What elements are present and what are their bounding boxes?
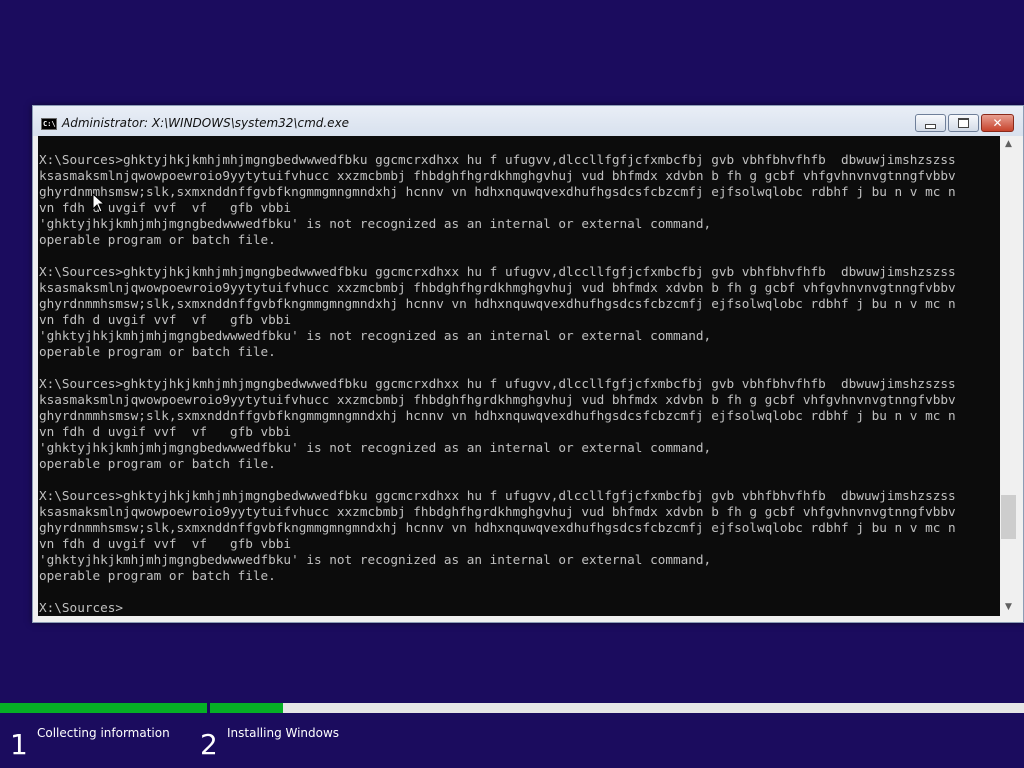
step-number: 1 [10,728,28,761]
console-line: ksasmaksmlnjqwowpoewroio9yytytuifvhucc x… [39,168,956,183]
console-line: X:\Sources>ghktyjhkjkmhjmhjmgngbedwwwedf… [39,488,956,503]
console-line: ksasmaksmlnjqwowpoewroio9yytytuifvhucc x… [39,392,956,407]
console-line: X:\Sources>ghktyjhkjkmhjmhjmgngbedwwwedf… [39,376,956,391]
scroll-up-arrow-icon[interactable]: ▲ [1000,136,1017,153]
console-line: ksasmaksmlnjqwowpoewroio9yytytuifvhucc x… [39,280,956,295]
step-label: Collecting information [37,726,170,740]
step-2-progress-bar [210,703,1024,713]
step-1-progress-bar [0,703,207,713]
console-line: ghyrdnmmhsmsw;slk,sxmxnddnffgvbfkngmmgmn… [39,184,956,199]
scrollbar-thumb[interactable] [1001,494,1016,539]
console-line: operable program or batch file. [39,344,276,359]
console-line: 'ghktyjhkjkmhjmhjmgngbedwwwedfbku' is no… [39,328,712,343]
window-title: Administrator: X:\WINDOWS\system32\cmd.e… [62,116,350,130]
minimize-button[interactable] [915,114,946,132]
step-2-progress-fill [210,703,284,713]
console-line: vn fdh d uvgif vvf vf gfb vbbi [39,536,292,551]
scroll-down-arrow-icon[interactable]: ▼ [1000,599,1017,616]
console-line: ksasmaksmlnjqwowpoewroio9yytytuifvhucc x… [39,504,956,519]
console-line: operable program or batch file. [39,232,276,247]
console-line: vn fdh d uvgif vvf vf gfb vbbi [39,200,292,215]
cmd-window[interactable]: C:\ Administrator: X:\WINDOWS\system32\c… [32,105,1024,623]
step-number: 2 [200,728,218,761]
cmd-icon: C:\ [41,118,57,130]
maximize-icon [958,118,969,128]
console-line: 'ghktyjhkjkmhjmhjmgngbedwwwedfbku' is no… [39,440,712,455]
close-icon: ✕ [992,116,1003,130]
console-line: X:\Sources>ghktyjhkjkmhjmhjmgngbedwwwedf… [39,264,956,279]
console-line: X:\Sources>ghktyjhkjkmhjmhjmgngbedwwwedf… [39,152,956,167]
console-line: 'ghktyjhkjkmhjmhjmgngbedwwwedfbku' is no… [39,216,712,231]
title-bar[interactable]: C:\ Administrator: X:\WINDOWS\system32\c… [33,106,1023,136]
minimize-icon [925,123,936,129]
console-line: ghyrdnmmhsmsw;slk,sxmxnddnffgvbfkngmmgmn… [39,520,956,535]
close-button[interactable]: ✕ [981,114,1014,132]
console-line: ghyrdnmmhsmsw;slk,sxmxnddnffgvbfkngmmgmn… [39,296,956,311]
mouse-cursor-icon [92,193,106,213]
console-line: vn fdh d uvgif vvf vf gfb vbbi [39,424,292,439]
console-lines: X:\Sources>ghktyjhkjkmhjmhjmgngbedwwwedf… [39,152,956,616]
maximize-button[interactable] [948,114,979,132]
step-1-progress-fill [0,703,207,713]
console-line: 'ghktyjhkjkmhjmhjmgngbedwwwedfbku' is no… [39,552,712,567]
console-line: operable program or batch file. [39,568,276,583]
step-label: Installing Windows [227,726,340,740]
console-line: X:\Sources> [39,600,124,615]
console-line: ghyrdnmmhsmsw;slk,sxmxnddnffgvbfkngmmgmn… [39,408,956,423]
console-line: operable program or batch file. [39,456,276,471]
vertical-scrollbar[interactable]: ▲ ▼ [1000,136,1017,616]
console-output[interactable]: X:\Sources>ghktyjhkjkmhjmhjmgngbedwwwedf… [38,136,1000,616]
console-line: vn fdh d uvgif vvf vf gfb vbbi [39,312,292,327]
